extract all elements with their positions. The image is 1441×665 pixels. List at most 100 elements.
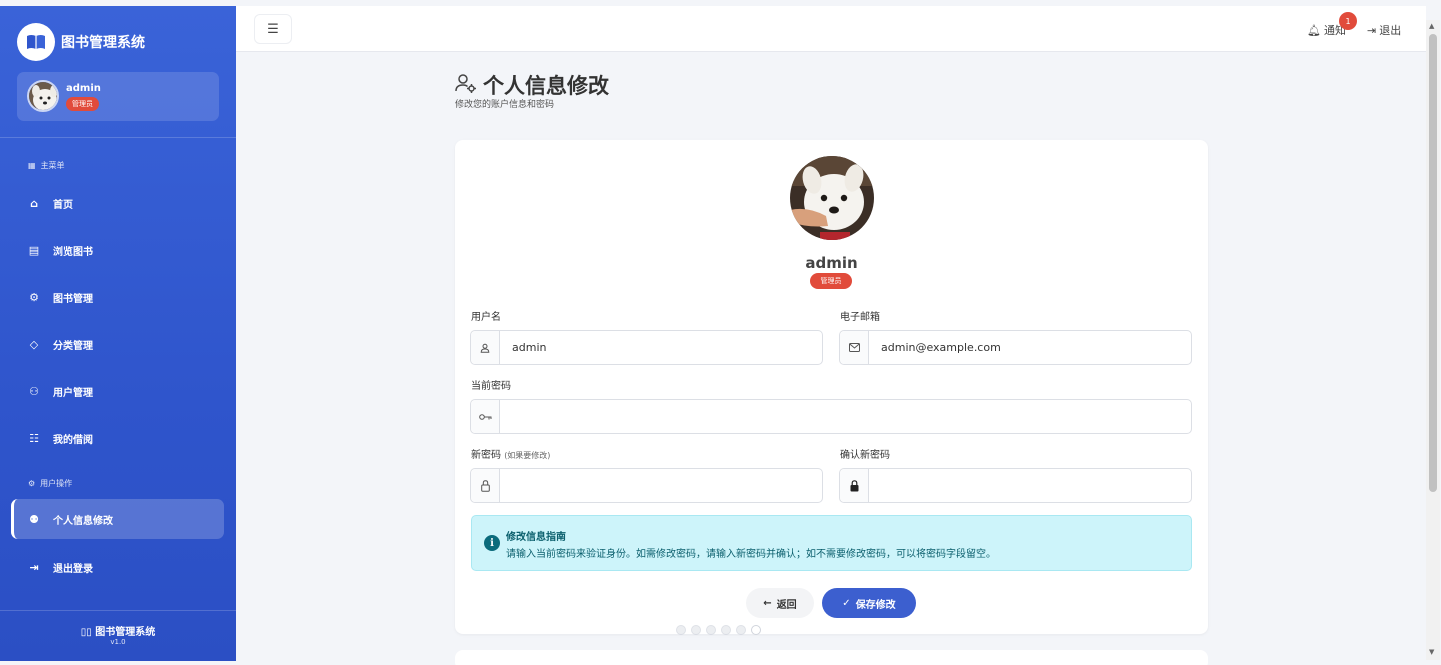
logout-icon: ⇥ — [29, 560, 39, 574]
save-button[interactable]: ✓ 保存修改 — [822, 588, 916, 618]
confirm-password-input-group — [839, 468, 1192, 503]
confirm-password-label: 确认新密码 — [840, 450, 890, 461]
sidebar-footer-title-text: 图书管理系统 — [95, 627, 156, 638]
sidebar-item-browse-books[interactable]: ▤ 浏览图书 — [11, 230, 224, 270]
new-password-label-text: 新密码 — [471, 450, 501, 461]
avatar — [27, 80, 59, 112]
scroll-down-arrow-icon[interactable]: ▼ — [1429, 648, 1434, 656]
sidebar-item-label: 个人信息修改 — [53, 515, 113, 527]
new-password-label: 新密码 (如果要修改) — [471, 446, 550, 461]
grid-icon: ▦ — [28, 161, 36, 170]
carousel-dot[interactable] — [736, 625, 746, 635]
sidebar-item-my-borrows[interactable]: ☷ 我的借阅 — [11, 418, 224, 458]
section-title-main: ▦ 主菜单 — [28, 160, 65, 171]
topbar-logout-button[interactable]: ⇥ 退出 — [1367, 22, 1401, 38]
sidebar-item-user-management[interactable]: ⚇ 用户管理 — [11, 371, 224, 411]
current-password-input[interactable] — [500, 400, 1191, 433]
check-icon: ✓ — [842, 597, 851, 609]
sidebar-item-book-management[interactable]: ⚙ 图书管理 — [11, 277, 224, 317]
carousel-dot[interactable] — [721, 625, 731, 635]
sidebar-footer-version: v1.0 — [110, 638, 126, 646]
current-password-input-group — [470, 399, 1192, 434]
key-icon — [471, 400, 500, 433]
book-list-icon: ▤ — [28, 243, 40, 257]
page-subtitle: 修改您的账户信息和密码 — [455, 100, 555, 110]
email-input-group: admin@example.com — [839, 330, 1192, 365]
users-icon: ⚇ — [29, 384, 39, 398]
page-title-text: 个人信息修改 — [483, 74, 609, 98]
profile-name: admin — [805, 254, 858, 272]
sidebar-item-label: 首页 — [53, 199, 73, 211]
sidebar-item-label: 退出登录 — [53, 563, 93, 575]
gear-small-icon: ⚙ — [28, 479, 36, 488]
bell-icon: 🔔︎ — [1307, 23, 1321, 37]
book-logo-icon — [17, 23, 55, 61]
new-password-input[interactable] — [500, 469, 822, 502]
page-title: 个人信息修改 — [455, 70, 609, 100]
save-button-label: 保存修改 — [855, 599, 896, 611]
carousel-dot-active[interactable] — [751, 625, 761, 635]
sidebar-item-label: 浏览图书 — [53, 246, 93, 258]
tag-icon: ◇ — [29, 337, 39, 351]
username-label: 用户名 — [471, 312, 501, 323]
back-button-label: 返回 — [776, 599, 797, 611]
current-password-label: 当前密码 — [471, 381, 511, 392]
info-alert: i 修改信息指南 请输入当前密码来验证身份。如需修改密码，请输入新密码并确认；如… — [471, 515, 1192, 571]
info-title: 修改信息指南 — [506, 532, 566, 543]
hamburger-icon: ☰ — [267, 21, 279, 37]
sidebar: 图书管理系统 admin 管理员 ▦ 主菜单 ⌂ 首页 ▤ 浏览图书 ⚙ 图书管… — [0, 6, 236, 661]
arrow-left-icon: ← — [763, 597, 772, 609]
scroll-up-arrow-icon[interactable]: ▲ — [1429, 22, 1434, 30]
lock-icon — [840, 469, 869, 502]
username-input-group: admin — [470, 330, 823, 365]
sidebar-item-label: 用户管理 — [53, 387, 93, 399]
user-name: admin — [66, 83, 101, 94]
brand-title: 图书管理系统 — [61, 35, 145, 51]
profile-avatar[interactable] — [790, 156, 874, 240]
sidebar-footer-title: ▯▯ 图书管理系统 — [0, 623, 236, 638]
user-card[interactable]: admin 管理员 — [17, 72, 219, 121]
username-input[interactable]: admin — [500, 331, 822, 364]
gear-icon: ⚙ — [29, 290, 39, 304]
sidebar-item-category-management[interactable]: ◇ 分类管理 — [11, 324, 224, 364]
menu-toggle-button[interactable]: ☰ — [254, 14, 292, 44]
back-button[interactable]: ← 返回 — [746, 588, 814, 618]
profile-form-card: admin 管理员 用户名 admin 电子邮箱 admin@example.c… — [455, 140, 1208, 634]
carousel-dot[interactable] — [676, 625, 686, 635]
sidebar-item-label: 图书管理 — [53, 293, 93, 305]
borrow-list-icon: ☷ — [29, 431, 39, 445]
carousel-dots — [676, 625, 766, 635]
sidebar-item-logout[interactable]: ⇥ 退出登录 — [11, 547, 224, 587]
topbar-logout-label: 退出 — [1379, 24, 1402, 37]
logout-icon: ⇥ — [1367, 23, 1377, 37]
section-title-label: 主菜单 — [40, 161, 65, 170]
secondary-card — [455, 650, 1208, 665]
carousel-dot[interactable] — [691, 625, 701, 635]
confirm-password-input[interactable] — [869, 469, 1191, 502]
sidebar-item-profile-edit[interactable]: ⚉ 个人信息修改 — [11, 499, 224, 539]
carousel-dot[interactable] — [706, 625, 716, 635]
user-icon — [471, 331, 500, 364]
user-gear-icon — [455, 72, 477, 99]
envelope-icon — [840, 331, 869, 364]
sidebar-item-home[interactable]: ⌂ 首页 — [11, 183, 224, 223]
sidebar-footer-divider — [0, 610, 236, 611]
email-input[interactable]: admin@example.com — [869, 331, 1191, 364]
new-password-hint: (如果要修改) — [504, 451, 551, 460]
role-badge: 管理员 — [66, 97, 99, 111]
email-label: 电子邮箱 — [840, 312, 880, 323]
sidebar-item-label: 我的借阅 — [53, 434, 93, 446]
section-title-label: 用户操作 — [40, 479, 73, 488]
topbar: ☰ 🔔︎ 通知 1 ⇥ 退出 — [236, 6, 1426, 52]
notification-count-badge: 1 — [1339, 12, 1357, 30]
info-icon: i — [484, 535, 500, 551]
page-scrollbar[interactable]: ▲ ▼ — [1426, 20, 1440, 660]
home-icon: ⌂ — [30, 196, 38, 210]
sidebar-divider — [0, 137, 236, 138]
scrollbar-thumb[interactable] — [1429, 34, 1437, 492]
brand[interactable]: 图书管理系统 — [17, 23, 145, 61]
info-text: 请输入当前密码来验证身份。如需修改密码，请输入新密码并确认；如不需要修改密码，可… — [506, 549, 996, 560]
user-gear-icon: ⚉ — [29, 512, 39, 526]
lock-open-icon — [471, 469, 500, 502]
new-password-input-group — [470, 468, 823, 503]
